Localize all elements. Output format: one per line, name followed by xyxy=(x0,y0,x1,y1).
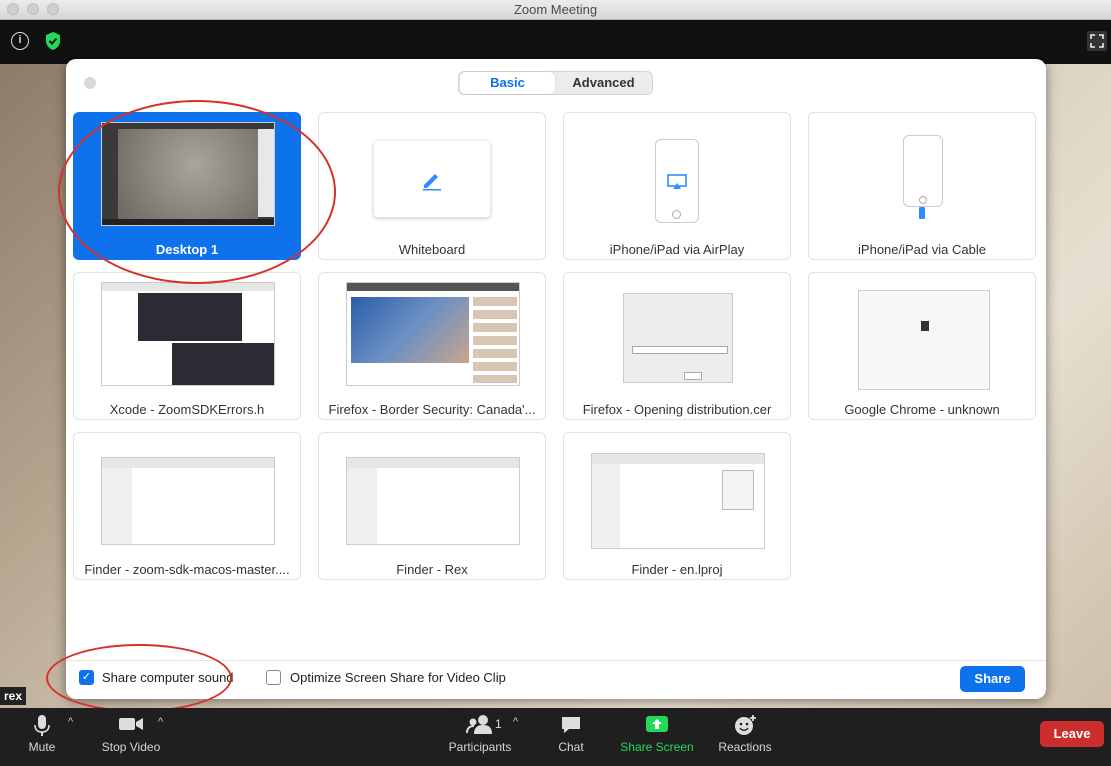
dialog-close-button[interactable] xyxy=(84,77,96,89)
share-tile-whiteboard[interactable]: Whiteboard xyxy=(318,112,546,260)
video-camera-icon xyxy=(119,718,143,730)
share-tile-window[interactable]: Finder - en.lproj xyxy=(563,432,791,580)
share-tile-window[interactable]: Firefox - Opening distribution.cer xyxy=(563,272,791,420)
participants-label: Participants xyxy=(448,740,512,754)
fullscreen-icon[interactable] xyxy=(1087,31,1107,51)
share-tile-window[interactable]: Google Chrome - unknown xyxy=(808,272,1036,420)
share-tile-window[interactable]: Finder - zoom-sdk-macos-master.... xyxy=(73,432,301,580)
share-screen-button[interactable]: Share Screen xyxy=(617,708,697,766)
tile-label: Whiteboard xyxy=(398,242,466,257)
tile-label: Finder - Rex xyxy=(396,562,468,577)
tile-label: Finder - en.lproj xyxy=(631,562,723,577)
window-thumbnail xyxy=(623,293,733,383)
iphone-airplay-icon xyxy=(655,139,699,223)
window-thumbnail xyxy=(858,290,990,390)
iphone-cable-icon xyxy=(903,135,943,207)
chat-label: Chat xyxy=(558,740,584,754)
tile-label: Finder - zoom-sdk-macos-master.... xyxy=(84,562,290,577)
window-thumbnail xyxy=(591,453,765,549)
window-titlebar: Zoom Meeting xyxy=(0,0,1111,20)
optimize-video-label[interactable]: Optimize Screen Share for Video Clip xyxy=(290,670,506,685)
window-thumbnail xyxy=(101,457,275,545)
mute-label: Mute xyxy=(28,740,56,754)
share-screen-label: Share Screen xyxy=(620,740,694,754)
share-button[interactable]: Share xyxy=(960,666,1025,692)
tile-label: Xcode - ZoomSDKErrors.h xyxy=(109,402,265,417)
annotation-ellipse-desktop xyxy=(58,100,336,284)
window-thumbnail xyxy=(101,282,275,386)
leave-button[interactable]: Leave xyxy=(1040,721,1104,747)
video-options-caret[interactable]: ^ xyxy=(158,716,163,728)
tile-label: Firefox - Border Security: Canada'... xyxy=(328,402,536,417)
pen-icon xyxy=(423,174,441,191)
microphone-icon xyxy=(34,715,50,736)
meeting-top-bar xyxy=(0,20,1111,64)
whiteboard-card xyxy=(374,141,490,217)
participants-options-caret[interactable]: ^ xyxy=(513,716,518,728)
share-tile-airplay[interactable]: iPhone/iPad via AirPlay xyxy=(563,112,791,260)
stop-video-button[interactable]: Stop Video xyxy=(96,708,166,766)
share-screen-icon xyxy=(646,716,668,732)
mute-options-caret[interactable]: ^ xyxy=(68,716,73,728)
encryption-shield-icon[interactable] xyxy=(44,31,62,51)
optimize-video-checkbox[interactable] xyxy=(266,670,281,685)
tab-basic[interactable]: Basic xyxy=(460,72,555,94)
chat-bubble-icon xyxy=(562,717,580,733)
tab-advanced[interactable]: Advanced xyxy=(556,72,651,94)
share-tile-window[interactable]: Finder - Rex xyxy=(318,432,546,580)
tile-label: iPhone/iPad via AirPlay xyxy=(609,242,745,257)
mute-button[interactable]: Mute xyxy=(14,708,70,766)
participants-button[interactable]: Participants xyxy=(444,708,516,766)
tile-label: iPhone/iPad via Cable xyxy=(858,242,986,257)
chat-button[interactable]: Chat xyxy=(550,708,592,766)
participant-name-tag: rex xyxy=(0,687,27,705)
share-tile-window[interactable]: Xcode - ZoomSDKErrors.h xyxy=(73,272,301,420)
window-thumbnail xyxy=(346,282,520,386)
smiley-plus-icon xyxy=(735,715,756,735)
reactions-label: Reactions xyxy=(718,740,772,754)
stop-video-label: Stop Video xyxy=(101,740,161,754)
window-title: Zoom Meeting xyxy=(513,2,598,17)
tile-label: Firefox - Opening distribution.cer xyxy=(582,402,772,417)
share-tile-window[interactable]: Firefox - Border Security: Canada'... xyxy=(318,272,546,420)
reactions-button[interactable]: Reactions xyxy=(714,708,776,766)
participants-count: 1 xyxy=(495,717,502,731)
info-icon[interactable]: i xyxy=(11,32,29,50)
share-tile-cable[interactable]: iPhone/iPad via Cable xyxy=(808,112,1036,260)
window-thumbnail xyxy=(346,457,520,545)
share-tabs: Basic Advanced xyxy=(458,71,653,95)
annotation-ellipse-sound xyxy=(46,644,232,712)
tile-label: Google Chrome - unknown xyxy=(844,402,1000,417)
participants-icon xyxy=(466,715,492,734)
